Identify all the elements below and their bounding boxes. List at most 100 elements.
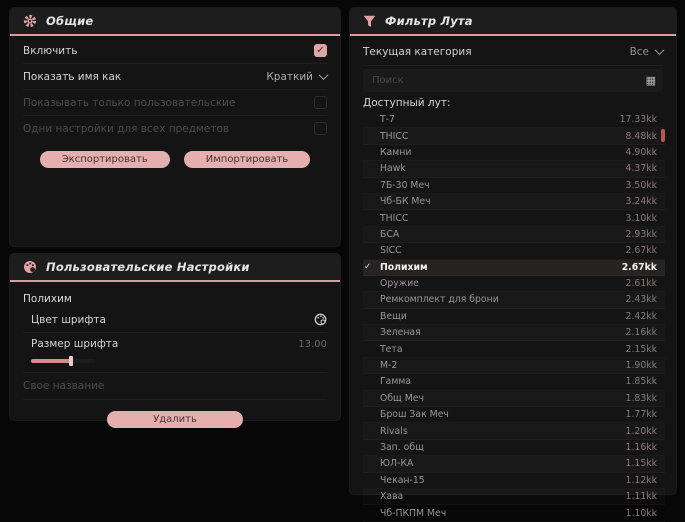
category-select[interactable]: Все	[629, 45, 665, 58]
slider-handle[interactable]	[69, 356, 73, 366]
delete-row: Удалить	[23, 411, 327, 428]
loot-item-row[interactable]: THICC 8.48kk	[363, 128, 665, 144]
custom-settings-header: Пользовательские Настройки	[10, 254, 340, 282]
loot-item-row[interactable]: Хава 1.11kk	[363, 489, 665, 505]
general-panel-header: Общие	[10, 8, 340, 36]
color-picker-icon[interactable]	[314, 313, 327, 326]
export-import-row: Экспортировать Импортировать	[23, 151, 327, 168]
font-color-row: Цвет шрифта	[23, 307, 327, 333]
grid-view-icon[interactable]: ▦	[646, 75, 656, 86]
loot-item-value: 4.90kk	[625, 146, 657, 158]
loot-item-value: 2.15kk	[625, 343, 657, 355]
custom-name-input[interactable]	[23, 373, 327, 399]
general-panel-title: Общие	[46, 14, 94, 28]
search-input[interactable]	[370, 74, 646, 87]
loot-item-row[interactable]: Зеленая 2.16kk	[363, 325, 665, 341]
loot-item-name: Полихим	[380, 261, 428, 273]
loot-item-value: 1.15kk	[625, 458, 657, 470]
loot-item-value: 2.42kk	[625, 310, 657, 322]
loot-item-value: 3.50kk	[625, 179, 657, 191]
same-settings-checkbox[interactable]	[314, 122, 327, 135]
loot-item-value: 1.12kk	[625, 474, 657, 486]
loot-item-name: THICC	[380, 212, 409, 224]
font-size-row: Размер шрифта 13.00	[23, 333, 327, 355]
slider-fill	[31, 359, 71, 363]
show-name-select[interactable]: Краткий	[266, 70, 329, 83]
loot-item-row[interactable]: Оружие 2.61kk	[363, 276, 665, 292]
import-button[interactable]: Импортировать	[183, 151, 311, 168]
loot-item-value: 1.10kk	[625, 507, 657, 519]
loot-item-value: 1.90kk	[625, 360, 657, 372]
loot-item-row[interactable]: Зап. общ 1.16kk	[363, 440, 665, 456]
loot-item-value: 2.67kk	[625, 245, 657, 257]
loot-item-name: Вещи	[380, 310, 407, 322]
loot-item-row[interactable]: Чб-БК Меч 3.24kk	[363, 194, 665, 210]
loot-item-row[interactable]: М-2 1.90kk	[363, 358, 665, 374]
loot-item-name: SICC	[380, 245, 402, 257]
font-size-value: 13.00	[298, 338, 327, 350]
loot-item-name: БСА	[380, 228, 400, 240]
chevron-down-icon	[318, 70, 329, 81]
chevron-down-icon	[654, 45, 665, 56]
loot-item-value: 4.37kk	[625, 163, 657, 175]
loot-item-row[interactable]: ✓ Полихим 2.67kk	[363, 259, 665, 276]
loot-item-name: ЮЛ-КА	[380, 458, 414, 470]
enable-checkbox[interactable]: ✓	[314, 44, 327, 57]
export-button[interactable]: Экспортировать	[39, 151, 170, 168]
loot-item-value: 17.33kk	[619, 114, 657, 126]
only-custom-row: Показывать только пользовательские	[23, 90, 327, 116]
selected-check-icon: ✓	[364, 262, 372, 273]
loot-item-row[interactable]: Тета 2.15kk	[363, 341, 665, 357]
show-name-row: Показать имя как Краткий	[23, 64, 329, 90]
loot-item-name: Гамма	[380, 376, 412, 388]
loot-item-value: 1.77kk	[625, 409, 657, 421]
only-custom-checkbox[interactable]	[314, 96, 327, 109]
show-name-label: Показать имя как	[23, 70, 122, 83]
loot-item-row[interactable]: SICC 2.67kk	[363, 243, 665, 259]
loot-item-row[interactable]: БСА 2.93kk	[363, 227, 665, 243]
delete-button[interactable]: Удалить	[107, 411, 243, 428]
scrollbar-thumb[interactable]	[661, 129, 665, 142]
loot-item-value: 1.83kk	[625, 392, 657, 404]
loot-item-name: Тета	[380, 343, 403, 355]
loot-item-name: Хава	[380, 491, 404, 503]
same-settings-row: Одни настройки для всех предметов	[23, 116, 327, 141]
enable-row: Включить ✓	[23, 38, 327, 64]
font-size-slider[interactable]	[31, 356, 95, 366]
category-value: Все	[629, 45, 649, 58]
loot-item-row[interactable]: Ремкомплект для брони 2.43kk	[363, 292, 665, 308]
loot-item-value: 3.10kk	[625, 212, 657, 224]
loot-item-row[interactable]: Брош Зак Меч 1.77kk	[363, 407, 665, 423]
category-label: Текущая категория	[363, 45, 472, 58]
show-name-value: Краткий	[266, 70, 313, 83]
loot-item-row[interactable]: Т-7 17.33kk	[363, 112, 665, 128]
loot-item-name: Ремкомплект для брони	[380, 294, 499, 306]
loot-item-name: Rivals	[380, 425, 408, 437]
loot-item-row[interactable]: Камни 4.90kk	[363, 145, 665, 161]
loot-item-row[interactable]: Вещи 2.42kk	[363, 309, 665, 325]
custom-name-row	[23, 372, 327, 400]
loot-filter-panel: Фильтр Лута Текущая категория Все ▦ Дост…	[350, 8, 676, 519]
loot-item-name: Чекан-15	[380, 474, 425, 486]
loot-item-value: 2.43kk	[625, 294, 657, 306]
loot-item-row[interactable]: Rivals 1.20kk	[363, 423, 665, 439]
loot-item-name: М-2	[380, 360, 398, 372]
loot-item-name: Оружие	[380, 278, 419, 290]
loot-item-name: Чб-БК Меч	[380, 196, 431, 208]
loot-item-row[interactable]: Чб-ПКПМ Меч 1.10kk	[363, 505, 665, 521]
selected-item-name: Полихим	[23, 293, 72, 305]
loot-item-value: 1.85kk	[625, 376, 657, 388]
loot-item-row[interactable]: ЮЛ-КА 1.15kk	[363, 456, 665, 472]
loot-item-row[interactable]: Hawk 4.37kk	[363, 161, 665, 177]
loot-item-name: Брош Зак Меч	[380, 409, 449, 421]
loot-item-row[interactable]: THICC 3.10kk	[363, 210, 665, 226]
loot-item-row[interactable]: Общ Меч 1.83kk	[363, 391, 665, 407]
loot-item-row[interactable]: Чекан-15 1.12kk	[363, 473, 665, 489]
custom-settings-title: Пользовательские Настройки	[46, 260, 250, 274]
loot-item-row[interactable]: Гамма 1.85kk	[363, 374, 665, 390]
loot-item-row[interactable]: 7Б-30 Меч 3.50kk	[363, 178, 665, 194]
loot-item-name: Hawk	[380, 163, 406, 175]
loot-item-value: 1.11kk	[625, 491, 657, 503]
loot-filter-title: Фильтр Лута	[385, 14, 473, 28]
palette-icon	[23, 260, 37, 274]
